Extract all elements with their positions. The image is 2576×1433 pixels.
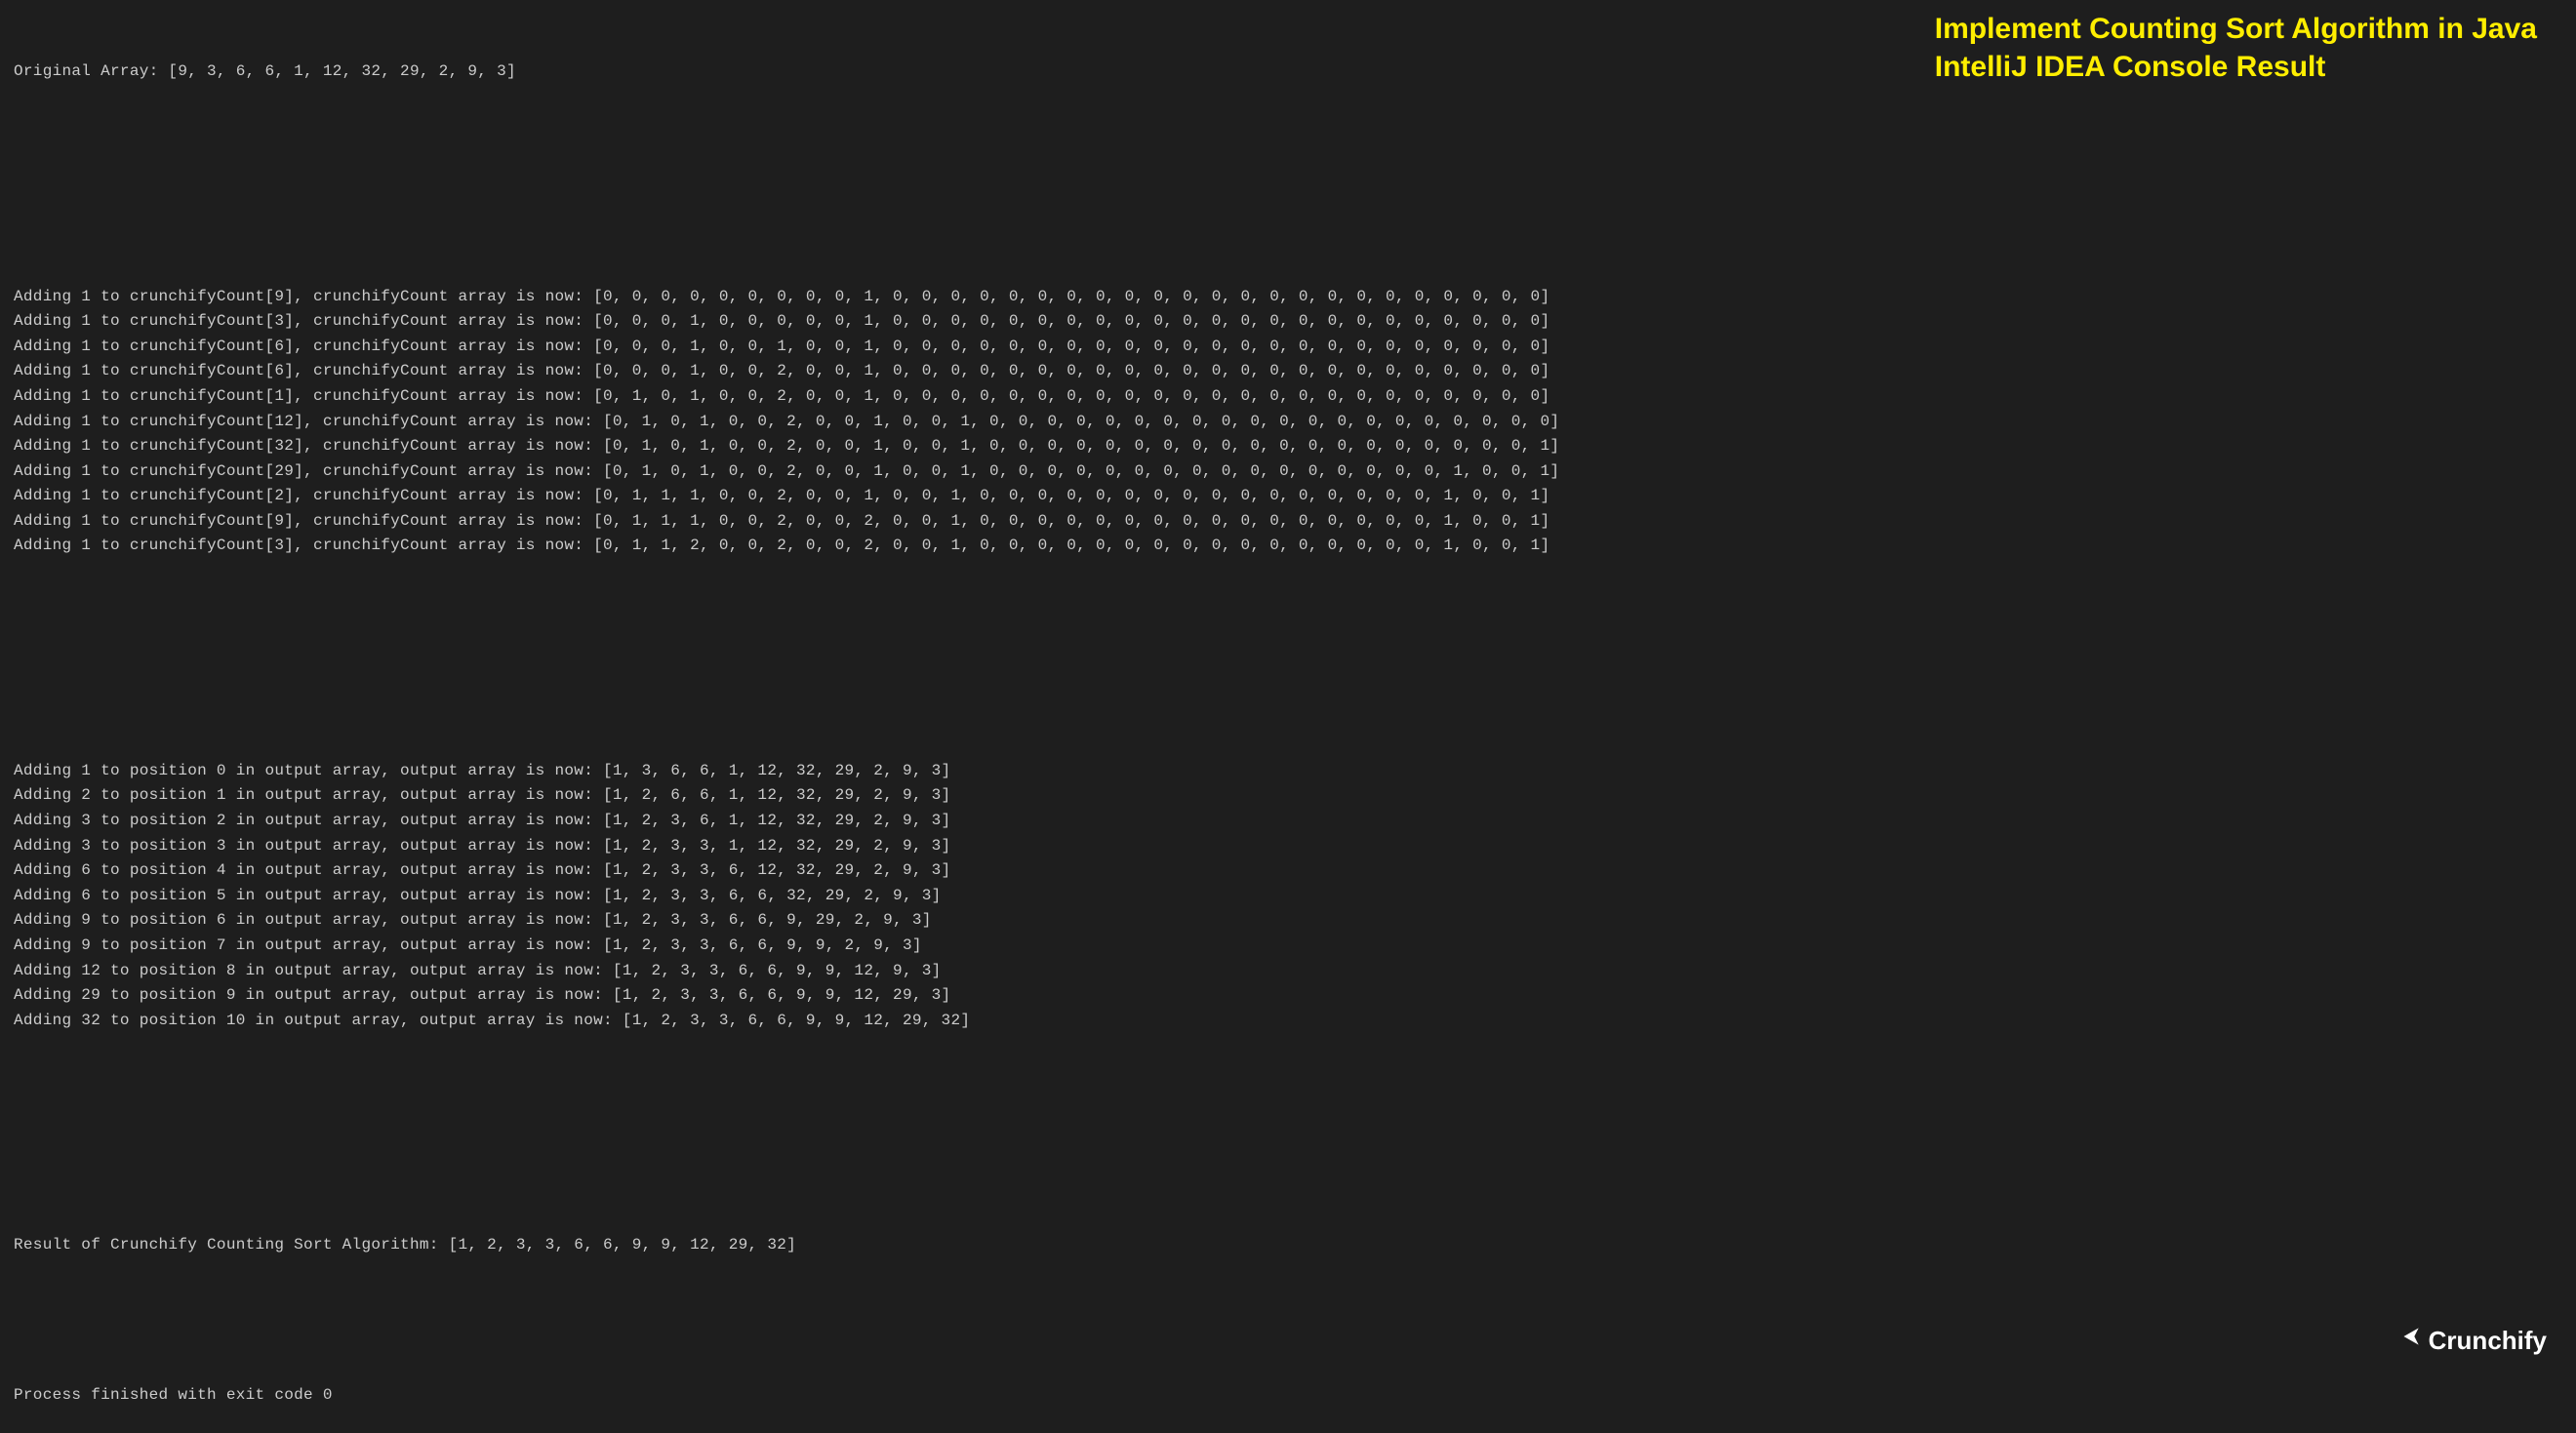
output-step-line: Adding 3 to position 2 in output array, … [14, 809, 2562, 834]
count-step-line: Adding 1 to crunchifyCount[32], crunchif… [14, 434, 2562, 459]
output-step-line: Adding 1 to position 0 in output array, … [14, 759, 2562, 784]
count-step-line: Adding 1 to crunchifyCount[6], crunchify… [14, 335, 2562, 360]
crunchify-logo-text: Crunchify [2429, 1321, 2547, 1362]
blank-spacer [14, 1084, 2562, 1109]
output-steps-container: Adding 1 to position 0 in output array, … [14, 759, 2562, 1034]
blank-spacer [14, 609, 2562, 634]
count-step-line: Adding 1 to crunchifyCount[6], crunchify… [14, 359, 2562, 384]
output-step-line: Adding 2 to position 1 in output array, … [14, 783, 2562, 809]
result-line: Result of Crunchify Counting Sort Algori… [14, 1233, 2562, 1258]
title-overlay: Implement Counting Sort Algorithm in Jav… [1935, 10, 2537, 86]
count-step-line: Adding 1 to crunchifyCount[9], crunchify… [14, 509, 2562, 535]
title-line2: IntelliJ IDEA Console Result [1935, 48, 2537, 86]
count-step-line: Adding 1 to crunchifyCount[3], crunchify… [14, 309, 2562, 335]
blank-spacer [14, 135, 2562, 160]
count-step-line: Adding 1 to crunchifyCount[1], crunchify… [14, 384, 2562, 410]
crunchify-icon [2397, 1321, 2423, 1362]
output-step-line: Adding 9 to position 7 in output array, … [14, 934, 2562, 959]
count-step-line: Adding 1 to crunchifyCount[12], crunchif… [14, 410, 2562, 435]
output-step-line: Adding 29 to position 9 in output array,… [14, 983, 2562, 1009]
output-step-line: Adding 6 to position 4 in output array, … [14, 858, 2562, 884]
title-line1: Implement Counting Sort Algorithm in Jav… [1935, 10, 2537, 48]
output-step-line: Adding 9 to position 6 in output array, … [14, 908, 2562, 934]
output-step-line: Adding 12 to position 8 in output array,… [14, 959, 2562, 984]
count-steps-container: Adding 1 to crunchifyCount[9], crunchify… [14, 285, 2562, 560]
console-output-block: Original Array: [9, 3, 6, 6, 1, 12, 32, … [14, 10, 2562, 1433]
blank-spacer [14, 684, 2562, 709]
output-step-line: Adding 6 to position 5 in output array, … [14, 884, 2562, 909]
blank-spacer [14, 1308, 2562, 1333]
count-step-line: Adding 1 to crunchifyCount[29], crunchif… [14, 459, 2562, 485]
count-step-line: Adding 1 to crunchifyCount[9], crunchify… [14, 285, 2562, 310]
output-step-line: Adding 32 to position 10 in output array… [14, 1009, 2562, 1034]
count-step-line: Adding 1 to crunchifyCount[2], crunchify… [14, 484, 2562, 509]
blank-spacer [14, 210, 2562, 235]
blank-spacer [14, 1158, 2562, 1183]
exit-code-line: Process finished with exit code 0 [14, 1383, 2562, 1409]
crunchify-logo: Crunchify [2397, 1321, 2547, 1362]
output-step-line: Adding 3 to position 3 in output array, … [14, 834, 2562, 859]
count-step-line: Adding 1 to crunchifyCount[3], crunchify… [14, 534, 2562, 559]
